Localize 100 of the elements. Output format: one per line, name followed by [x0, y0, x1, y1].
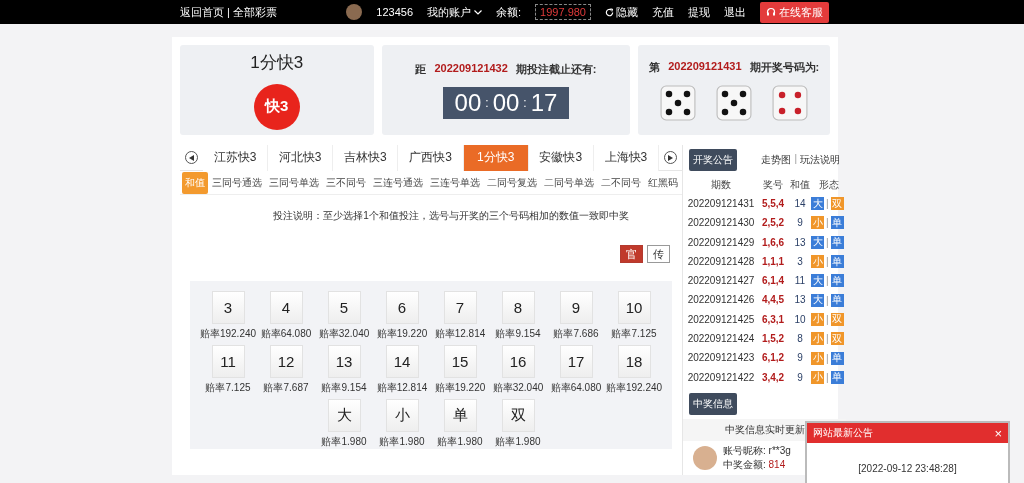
separator: |	[826, 294, 829, 306]
nickname-text: 账号昵称: r**3g	[723, 443, 791, 458]
bet-number-button[interactable]: 13	[327, 345, 361, 378]
avatar	[693, 445, 717, 470]
period-cell-text: 202209121424	[686, 332, 756, 347]
bet-number-button[interactable]: 小	[385, 399, 419, 432]
bet-number-button[interactable]: 6	[385, 291, 419, 324]
size-tag: 大	[811, 274, 824, 288]
mode-toggle-button[interactable]: 传	[647, 245, 670, 263]
separator: |	[227, 6, 230, 18]
bet-number-button[interactable]: 8	[501, 291, 535, 324]
play-type-tab[interactable]: 三不同号	[323, 171, 369, 194]
all-lottery-link[interactable]: 全部彩票	[232, 4, 277, 20]
period-cell-text: 202209121430	[686, 216, 756, 231]
odds-label: 赔率1.980	[437, 435, 483, 449]
size-tag: 小	[811, 370, 824, 384]
sum-cell-text: 11	[793, 274, 807, 289]
odds-label: 赔率1.980	[495, 435, 541, 449]
play-type-tab[interactable]: 二同号复选	[484, 171, 540, 194]
separator: |	[826, 217, 829, 229]
game-tab[interactable]: 广西快3	[398, 144, 464, 171]
odds-label: 赔率192.240	[605, 381, 663, 395]
game-tab[interactable]: 江苏快3	[203, 144, 269, 171]
balance-amount: 1997.980	[535, 4, 591, 20]
odds-label: 赔率1.980	[379, 435, 425, 449]
winning-info-button[interactable]: 中奖信息	[689, 392, 737, 415]
countdown-timer: 00 : 00 : 17	[442, 86, 570, 119]
bet-number-button[interactable]: 双	[501, 399, 535, 432]
separator: |	[826, 371, 829, 383]
online-service-button[interactable]: 在线客服	[760, 1, 829, 23]
bet-number-button[interactable]: 5	[327, 291, 361, 324]
odds-label: 赔率12.814	[434, 327, 486, 341]
topbar-link[interactable]: 充值	[652, 4, 674, 20]
bet-number-button[interactable]: 18	[617, 345, 651, 378]
size-tag: 大	[811, 197, 824, 211]
play-type-tab[interactable]: 三同号单选	[266, 171, 322, 194]
sum-cell-text: 10	[793, 312, 807, 327]
draw-announcement-button[interactable]: 开奖公告	[689, 149, 737, 171]
parity-tag: 双	[830, 197, 844, 211]
game-tab[interactable]: 上海快3	[593, 144, 659, 171]
period-cell-text: 202209121422	[686, 370, 756, 385]
bet-number-button[interactable]: 12	[269, 345, 303, 378]
previous-arrow-button[interactable]	[185, 151, 198, 164]
play-type-tab[interactable]: 三连号通选	[370, 171, 426, 194]
play-type-tab[interactable]: 二不同号	[598, 171, 644, 194]
close-button[interactable]: ×	[994, 426, 1002, 440]
game-tab[interactable]: 吉林快3	[333, 144, 399, 171]
period-cell-text: 202209121431	[686, 197, 756, 211]
period-cell-text: 202209121429	[686, 235, 756, 250]
home-link[interactable]: 返回首页	[180, 4, 224, 20]
bet-number-button[interactable]: 9	[559, 291, 593, 324]
period-number: 202209121431	[668, 59, 742, 74]
column-header: 和值	[789, 178, 811, 192]
draw-numbers-cell-text: 1,1,1	[760, 254, 786, 269]
play-type-tab[interactable]: 红黑码	[645, 171, 681, 194]
parity-tag: 单	[830, 216, 844, 230]
size-tag: 小	[811, 312, 824, 326]
countdown-label: 期投注截止还有:	[515, 61, 597, 77]
bet-number-button[interactable]: 4	[269, 291, 303, 324]
draw-numbers-cell-text: 6,1,2	[760, 351, 786, 366]
bet-number-button[interactable]: 7	[443, 291, 477, 324]
odds-label: 赔率9.154	[495, 327, 541, 341]
parity-tag: 单	[830, 351, 844, 365]
separator: |	[826, 275, 829, 287]
odds-label: 赔率19.220	[434, 381, 486, 395]
game-tab[interactable]: 安徽快3	[528, 144, 594, 171]
draw-numbers-cell-text: 5,5,4	[760, 197, 786, 211]
sum-cell-text: 3	[796, 254, 804, 269]
trend-chart-link[interactable]: 走势图	[761, 153, 792, 167]
topbar-link[interactable]: 提现	[688, 4, 710, 20]
bet-number-button[interactable]: 15	[443, 345, 477, 378]
bet-number-button[interactable]: 16	[501, 345, 535, 378]
hide-balance-link[interactable]: 隐藏	[605, 4, 638, 20]
topbar-link[interactable]: 退出	[724, 4, 746, 20]
odds-label: 赔率32.040	[318, 327, 370, 341]
bet-number-button[interactable]: 11	[211, 345, 245, 378]
odds-label: 赔率7.125	[205, 381, 251, 395]
account-menu[interactable]: 我的账户	[427, 4, 483, 20]
parity-tag: 单	[830, 370, 844, 384]
size-tag: 小	[811, 255, 824, 269]
bet-number-button[interactable]: 17	[559, 345, 593, 378]
draw-numbers-cell-text: 2,5,2	[760, 216, 786, 231]
play-type-tab[interactable]: 二同号单选	[541, 171, 597, 194]
die-icon	[772, 84, 809, 121]
play-type-tab[interactable]: 三连号单选	[427, 171, 483, 194]
bet-number-button[interactable]: 3	[211, 291, 245, 324]
odds-label: 赔率12.814	[376, 381, 428, 395]
bet-number-button[interactable]: 大	[327, 399, 361, 432]
odds-label: 赔率64.080	[260, 327, 312, 341]
bet-number-button[interactable]: 10	[617, 291, 651, 324]
bet-number-button[interactable]: 单	[443, 399, 477, 432]
play-type-tab[interactable]: 三同号通选	[209, 171, 265, 194]
mode-toggle-button[interactable]: 官	[620, 245, 643, 263]
game-tab[interactable]: 河北快3	[268, 144, 334, 171]
avatar	[346, 4, 363, 20]
rules-link[interactable]: 玩法说明	[800, 153, 840, 167]
headset-icon	[766, 7, 776, 17]
bet-number-button[interactable]: 14	[385, 345, 419, 378]
next-arrow-button[interactable]	[664, 151, 677, 164]
draw-prefix: 第	[649, 59, 661, 75]
